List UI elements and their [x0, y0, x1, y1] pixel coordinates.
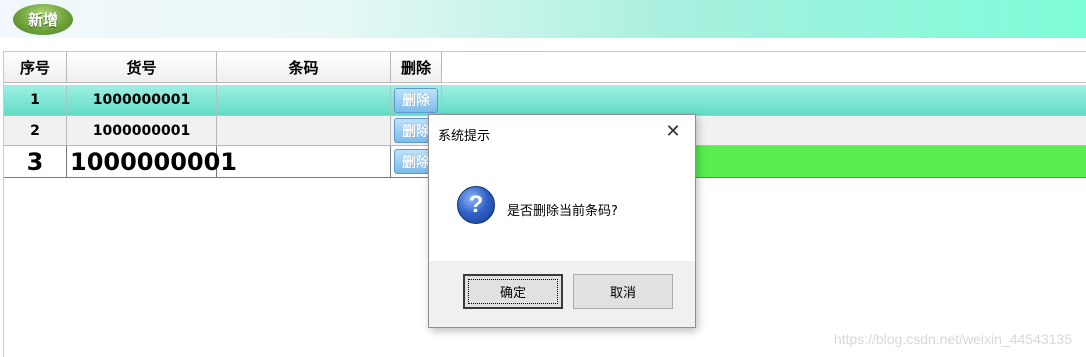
close-icon[interactable]: ✕ [659, 120, 687, 144]
row-filler [442, 85, 1086, 116]
cell-item-no[interactable]: 1000000001 [67, 146, 237, 178]
header-item-no[interactable]: 货号 [67, 52, 217, 83]
dialog-title: 系统提示 [438, 129, 491, 144]
cell-delete: 删除 [391, 85, 442, 116]
cell-barcode[interactable] [217, 85, 391, 116]
cell-seq[interactable]: 3 [4, 146, 67, 178]
confirm-dialog: 系统提示 ✕ ? 是否删除当前条码? 确定 取消 [428, 114, 696, 328]
delete-button[interactable]: 删除 [394, 87, 438, 113]
header-filler [442, 52, 1086, 83]
dialog-message: 是否删除当前条码? [507, 204, 618, 219]
header-seq[interactable]: 序号 [4, 52, 67, 83]
cell-barcode[interactable] [217, 116, 391, 146]
cancel-button[interactable]: 取消 [573, 274, 673, 309]
ok-button[interactable]: 确定 [463, 274, 563, 309]
header-delete[interactable]: 删除 [391, 52, 442, 83]
cell-seq[interactable]: 1 [4, 85, 67, 116]
question-icon: ? [457, 186, 495, 224]
cell-item-no[interactable]: 1000000001 [67, 85, 217, 116]
header-barcode[interactable]: 条码 [217, 52, 391, 83]
table-row[interactable]: 1 1000000001 删除 [4, 85, 1086, 116]
top-toolbar: 新增 [0, 0, 1086, 38]
watermark: https://blog.csdn.net/weixin_44543135 [833, 331, 1072, 347]
cell-seq[interactable]: 2 [4, 116, 67, 146]
cell-barcode[interactable] [217, 146, 391, 178]
cell-item-no[interactable]: 1000000001 [67, 116, 217, 146]
add-new-button[interactable]: 新增 [13, 4, 73, 35]
dialog-footer: 确定 取消 [429, 261, 695, 327]
grid-header-row: 序号 货号 条码 删除 [4, 52, 1086, 83]
